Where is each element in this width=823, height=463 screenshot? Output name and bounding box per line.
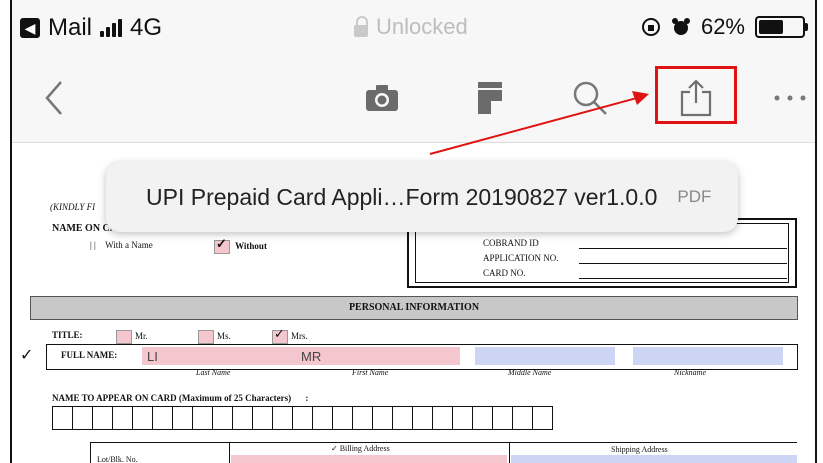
ms-label: Ms. [217, 331, 231, 342]
mr-checkbox[interactable] [116, 330, 132, 344]
battery-percent: 62% [700, 14, 745, 39]
status-bar: ◀ Mail 4G Unlocked 62% [12, 0, 815, 54]
signal-icon [100, 19, 123, 37]
alarm-icon [671, 18, 690, 35]
status-left: ◀ Mail 4G [20, 14, 162, 42]
char-box[interactable] [232, 406, 253, 430]
battery-icon [755, 16, 808, 38]
check-mark-icon: ✓ [20, 347, 34, 364]
mr-option: Mr. [116, 330, 148, 344]
with-name-option: | | With a Name [90, 240, 153, 252]
card-no-label: CARD NO. [483, 268, 526, 278]
mrs-option: ✓ Mrs. [272, 326, 308, 344]
char-box[interactable] [252, 406, 273, 430]
char-box[interactable] [132, 406, 153, 430]
char-box[interactable] [292, 406, 313, 430]
char-box[interactable] [372, 406, 393, 430]
char-box[interactable] [52, 406, 73, 430]
first-name-caption: First Name [352, 368, 389, 377]
bookmark-icon[interactable] [464, 72, 516, 124]
full-name-row: FULL NAME: LI MR [46, 344, 798, 370]
nickname-input[interactable] [633, 347, 783, 365]
billing-lot-input[interactable] [231, 455, 507, 463]
shipping-lot-input[interactable] [511, 455, 797, 463]
nickname-caption: Nickname [674, 368, 706, 377]
mrs-label: Mrs. [291, 331, 308, 342]
char-box[interactable] [92, 406, 113, 430]
file-name-banner[interactable]: UPI Prepaid Card Appli…Form 20190827 ver… [106, 162, 738, 232]
without-checkbox[interactable]: ✓ [214, 236, 230, 254]
share-highlight-box [655, 66, 737, 124]
mr-label: Mr. [135, 331, 148, 342]
title-label: TITLE: [52, 330, 83, 340]
last-name-caption: Last Name [196, 368, 231, 377]
back-to-app-icon[interactable]: ◀ [20, 18, 40, 38]
char-box[interactable] [432, 406, 453, 430]
lock-icon [354, 16, 368, 37]
billing-address-header: ✓ Billing Address [331, 444, 390, 453]
kindly-note: (KINDLY FI [50, 202, 96, 212]
card-name-char-boxes[interactable] [52, 406, 553, 430]
billing-label: Billing Address [339, 444, 390, 453]
full-name-value-1: LI [147, 349, 158, 364]
char-box[interactable] [332, 406, 353, 430]
char-box[interactable] [172, 406, 193, 430]
back-app-label[interactable]: Mail [48, 14, 92, 42]
name-to-appear-text: NAME TO APPEAR ON CARD (Maximum of 25 Ch… [52, 393, 292, 403]
full-name-value-2: MR [301, 349, 322, 364]
char-box[interactable] [192, 406, 213, 430]
lock-label: Unlocked [376, 14, 468, 39]
char-box[interactable] [212, 406, 233, 430]
without-option: ✓ Without [214, 236, 267, 254]
mrs-checkbox[interactable]: ✓ [272, 326, 288, 344]
ms-option: Ms. [198, 330, 231, 344]
char-box[interactable] [272, 406, 293, 430]
lock-status: Unlocked [354, 14, 468, 40]
lot-label: Lot/Blk. No. [97, 455, 138, 463]
char-box[interactable] [452, 406, 473, 430]
without-label: Without [235, 241, 267, 252]
app-no-label: APPLICATION NO. [483, 253, 559, 263]
char-box[interactable] [152, 406, 173, 430]
char-box[interactable] [112, 406, 133, 430]
char-box[interactable] [312, 406, 333, 430]
orientation-lock-icon [641, 18, 660, 36]
cobrand-label: COBRAND ID [483, 238, 539, 248]
address-table: ✓ Billing Address Shipping Address Lot/B… [90, 442, 797, 463]
file-type-tag: PDF [677, 187, 712, 206]
middle-name-input[interactable] [475, 347, 615, 365]
camera-icon[interactable] [356, 72, 408, 124]
char-box[interactable] [492, 406, 513, 430]
full-name-label: FULL NAME: [61, 350, 118, 360]
char-box[interactable] [412, 406, 433, 430]
more-icon[interactable] [764, 72, 815, 124]
personal-info-header: PERSONAL INFORMATION [30, 296, 798, 320]
status-right: 62% [641, 14, 808, 40]
char-box[interactable] [512, 406, 533, 430]
char-box[interactable] [72, 406, 93, 430]
with-name-label: With a Name [105, 240, 153, 251]
char-box[interactable] [392, 406, 413, 430]
search-icon[interactable] [564, 72, 616, 124]
ms-checkbox[interactable] [198, 330, 214, 344]
char-box[interactable] [352, 406, 373, 430]
char-box[interactable] [532, 406, 553, 430]
file-name: UPI Prepaid Card Appli…Form 20190827 ver… [146, 183, 658, 210]
pdf-toolbar [12, 54, 815, 143]
name-to-appear-colon: : [305, 393, 309, 403]
char-box[interactable] [472, 406, 493, 430]
name-to-appear-label: NAME TO APPEAR ON CARD (Maximum of 25 Ch… [52, 393, 308, 403]
middle-name-caption: Middle Name [508, 368, 552, 377]
shipping-address-header: Shipping Address [611, 445, 668, 454]
back-chevron-icon[interactable] [28, 72, 80, 124]
phone-screen: ◀ Mail 4G Unlocked 62% (KINDLY FI NAME O… [10, 0, 817, 463]
network-label: 4G [130, 14, 163, 41]
